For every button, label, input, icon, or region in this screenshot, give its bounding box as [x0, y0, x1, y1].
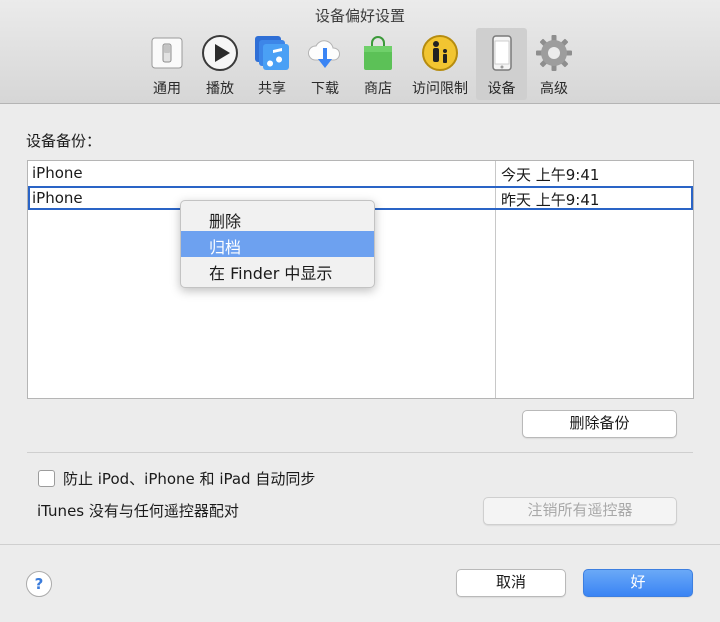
device-backups-label: 设备备份： — [26, 132, 102, 150]
tab-restrictions[interactable]: 访问限制 — [408, 28, 472, 100]
music-share-icon — [255, 36, 289, 70]
prevent-sync-label[interactable]: 防止 iPod、iPhone 和 iPad 自动同步 — [63, 468, 315, 489]
menu-item-delete-label: 删除 — [209, 212, 242, 231]
tab-devices-label: 设备 — [487, 81, 516, 97]
tab-playback[interactable]: 播放 — [197, 28, 243, 100]
help-button[interactable]: ? — [26, 571, 52, 597]
general-switch-icon — [151, 37, 183, 69]
shopping-bag-icon — [364, 36, 392, 70]
tab-general-label: 通用 — [153, 81, 181, 97]
tab-devices[interactable]: 设备 — [476, 28, 527, 100]
window-title: 设备偏好设置 — [314, 7, 405, 25]
backup-date: 今天 上午9:41 — [501, 166, 600, 184]
backup-device-name: iPhone — [32, 164, 83, 182]
delete-backup-button[interactable]: 删除备份 — [522, 410, 677, 438]
remote-status-text: iTunes 没有与任何遥控器配对 — [37, 502, 239, 520]
tab-general[interactable]: 通用 — [144, 28, 190, 100]
divider — [27, 452, 693, 453]
prevent-sync-checkbox[interactable] — [38, 470, 55, 487]
backup-device-name: iPhone — [32, 189, 83, 207]
parental-control-icon — [422, 35, 458, 71]
cloud-download-icon — [308, 40, 340, 68]
footer-divider — [0, 544, 720, 545]
menu-item-archive-label: 归档 — [209, 238, 242, 257]
table-row[interactable]: iPhone 今天 上午9:41 — [28, 162, 693, 187]
menu-item-show-in-finder-label: 在 Finder 中显示 — [209, 264, 333, 283]
unpair-remotes-button[interactable]: 注销所有遥控器 — [483, 497, 677, 525]
tab-download[interactable]: 下载 — [302, 28, 348, 100]
tab-sharing[interactable]: 共享 — [249, 28, 295, 100]
tab-advanced[interactable]: 高级 — [531, 28, 577, 100]
ok-button[interactable]: 好 — [583, 569, 693, 597]
cancel-button[interactable]: 取消 — [456, 569, 566, 597]
iphone-device-icon — [491, 35, 512, 71]
menu-item-archive[interactable]: 归档 — [181, 231, 374, 257]
toolbar: 设备偏好设置 通用 播放 共享 下载 商店 访问限制 设备 高级 — [0, 0, 720, 104]
menu-item-show-in-finder[interactable]: 在 Finder 中显示 — [181, 257, 374, 283]
tab-download-label: 下载 — [311, 81, 339, 97]
gear-icon — [536, 35, 572, 71]
tab-playback-label: 播放 — [206, 81, 234, 97]
play-icon — [202, 35, 238, 71]
devices-pane: 设备备份： iPhone 今天 上午9:41 iPhone 昨天 上午9:41 … — [0, 104, 720, 622]
backup-date: 昨天 上午9:41 — [501, 191, 600, 209]
tab-advanced-label: 高级 — [540, 81, 568, 97]
tab-store-label: 商店 — [364, 81, 392, 97]
tab-store[interactable]: 商店 — [355, 28, 401, 100]
menu-item-delete[interactable]: 删除 — [181, 205, 374, 231]
tab-sharing-label: 共享 — [258, 81, 286, 97]
tab-restrictions-label: 访问限制 — [412, 81, 468, 97]
context-menu: 删除 归档 在 Finder 中显示 — [180, 200, 375, 288]
